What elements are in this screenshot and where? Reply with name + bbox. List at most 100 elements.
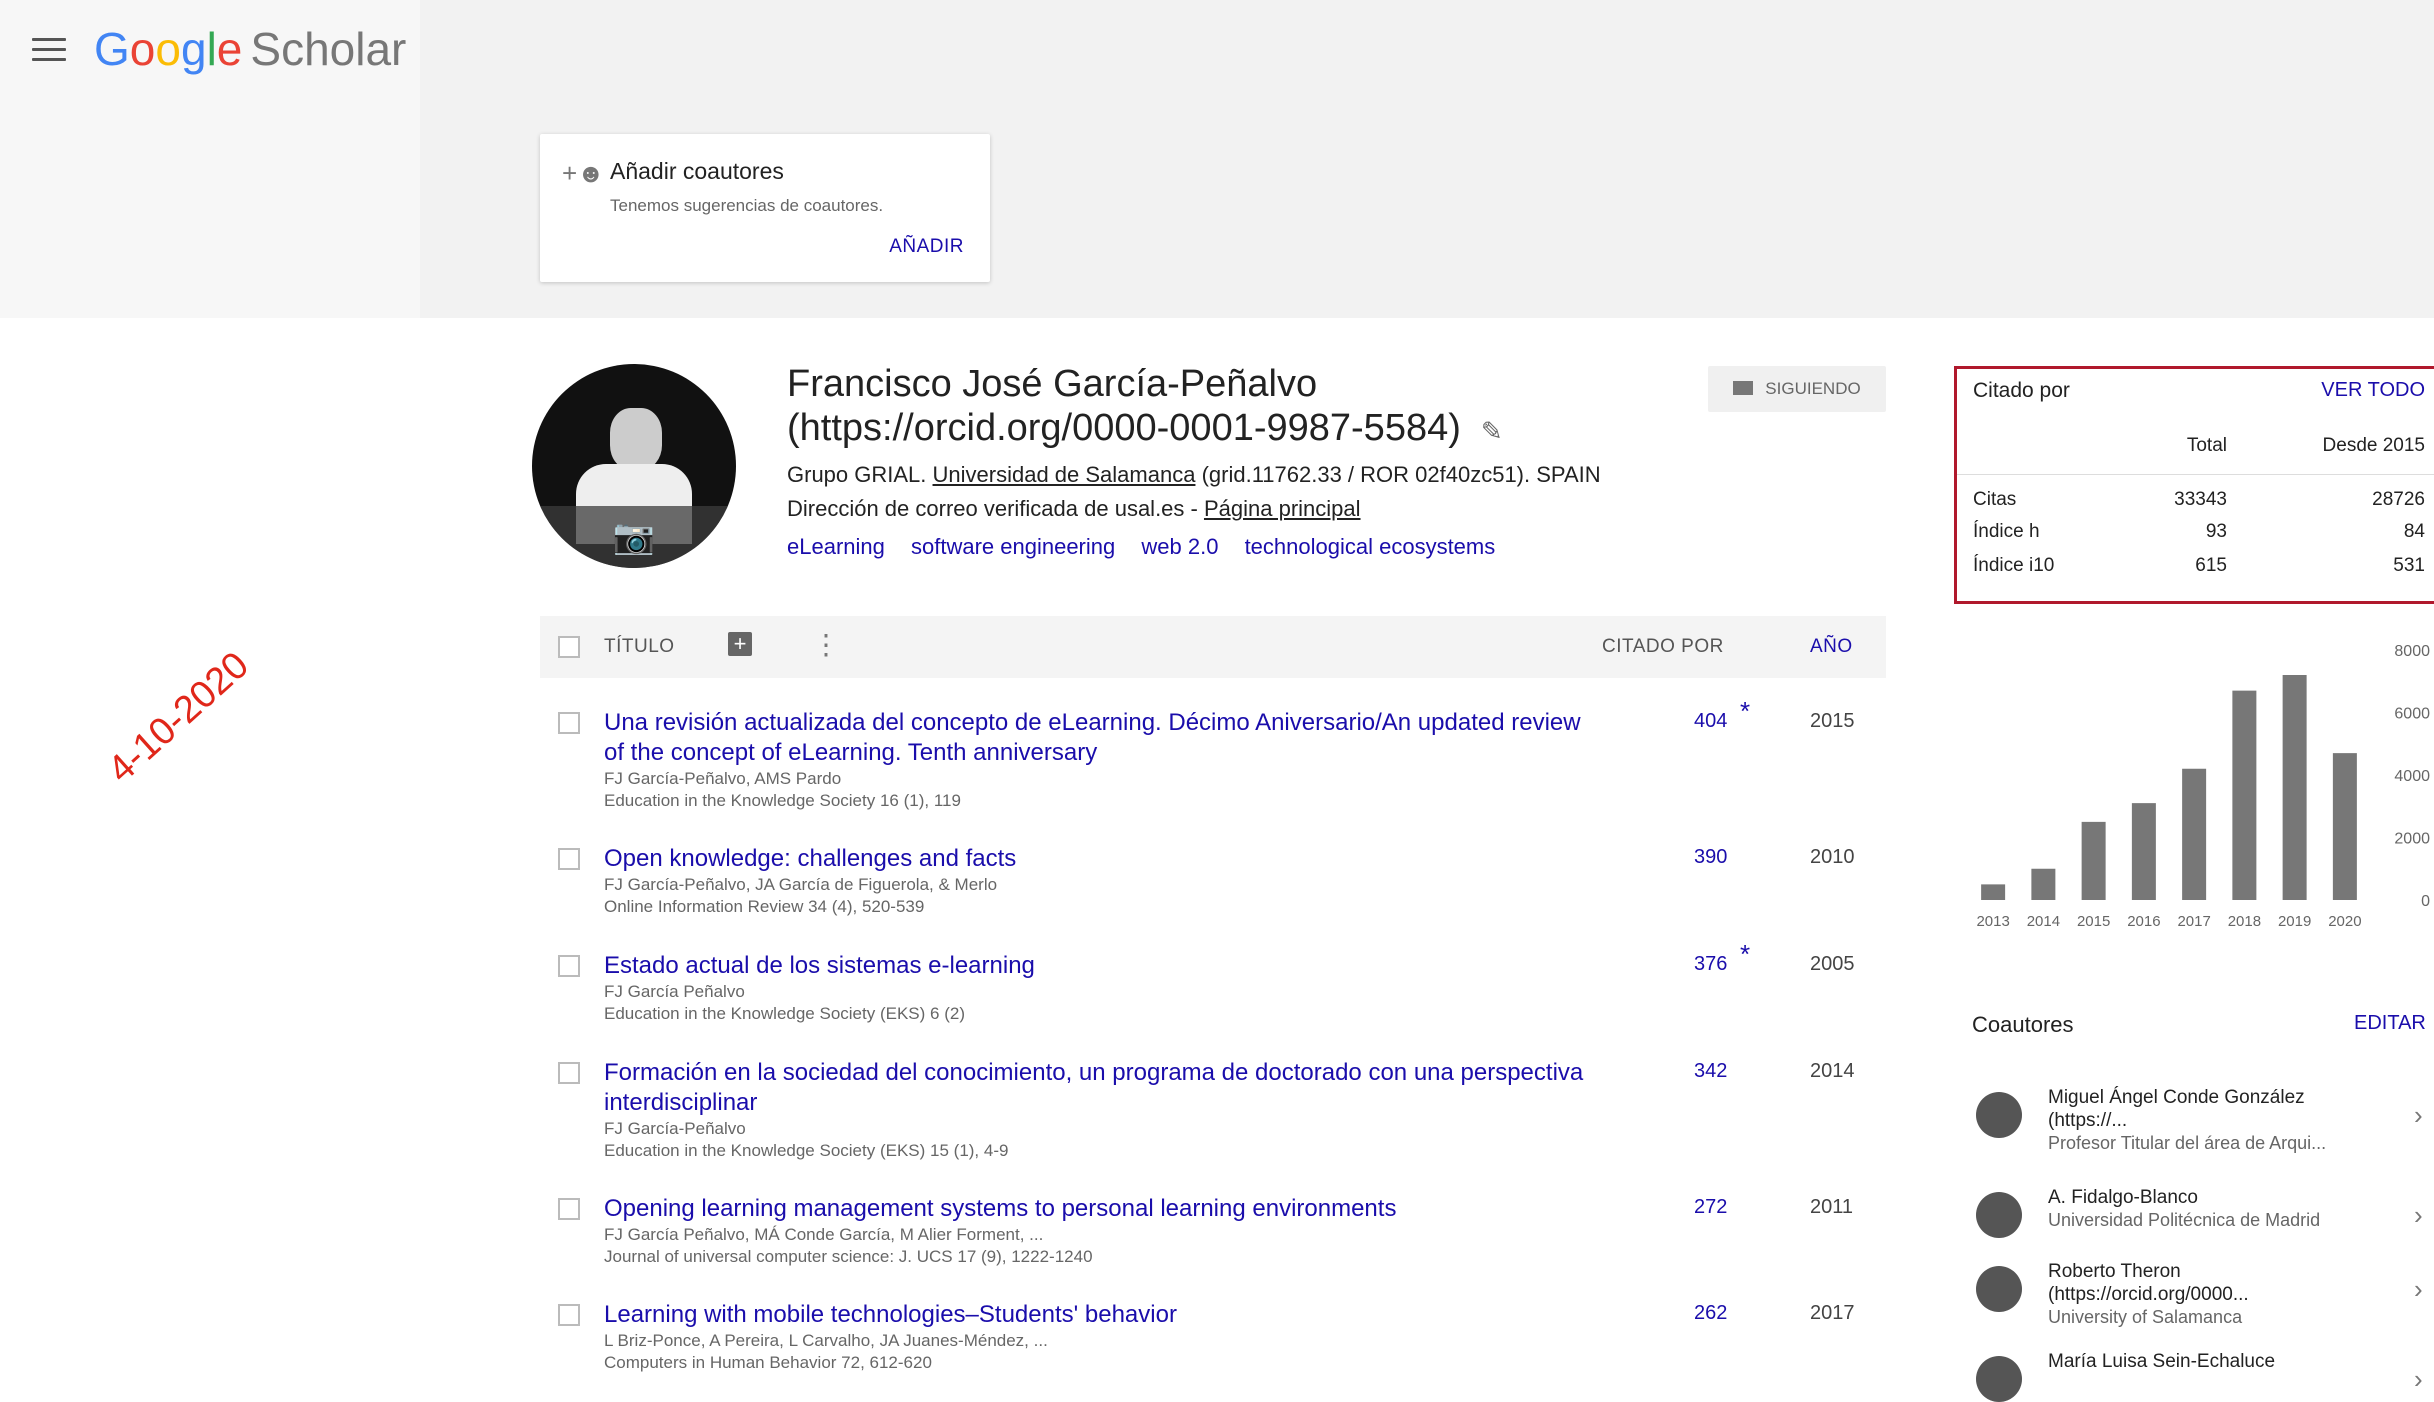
coauthor-item[interactable]: Miguel Ángel Conde González (https://...… [1966,1086,2434,1162]
coauthor-name[interactable]: María Luisa Sein-Echaluce [2048,1350,2378,1373]
avatar [1976,1192,2022,1238]
article-authors: FJ García Peñalvo, MÁ Conde García, M Al… [604,1225,1044,1244]
chart-bar-2019[interactable] [2282,675,2307,900]
add-coauthors-subtitle: Tenemos sugerencias de coautores. [610,196,884,215]
affil-suffix: (grid.11762.33 / ROR 02f40zc51). SPAIN [1195,462,1601,487]
affil-link[interactable]: Universidad de Salamanca [933,462,1196,487]
y-tick-label: 0 [2421,893,2430,910]
merged-star: * [1740,939,1751,969]
row-content: Opening learning management systems to p… [604,1194,1604,1268]
profile-name-line1: Francisco José García-Peñalvo [787,363,1318,405]
article-year: 2014 [1810,1060,1855,1082]
col-cited-by[interactable]: CITADO POR [1602,636,1724,658]
view-all-link[interactable]: VER TODO [2321,379,2425,402]
metric-label: Índice i10 [1973,555,2055,576]
row-checkbox[interactable] [558,848,580,870]
chart-bar-2015[interactable] [2081,821,2106,900]
article-year: 2011 [1810,1196,1854,1218]
article-title[interactable]: Learning with mobile technologies–Studen… [604,1300,1604,1330]
row-checkbox[interactable] [558,955,580,977]
interest-link[interactable]: web 2.0 [1141,534,1218,559]
article-title[interactable]: Una revisión actualizada del concepto de… [604,708,1604,768]
article-authors: FJ García-Peñalvo, AMS Pardo [604,769,842,788]
row-checkbox[interactable] [558,712,580,734]
email-text: Dirección de correo verificada de usal.e… [787,496,1204,521]
profile-interests: eLearning software engineering web 2.0 t… [787,534,1515,560]
y-tick-label: 8000 [2394,643,2430,660]
add-coauthors-button[interactable]: AÑADIR [889,236,964,258]
coauthor-name[interactable]: Miguel Ángel Conde González (https://... [2048,1086,2378,1132]
article-title[interactable]: Opening learning management systems to p… [604,1194,1604,1224]
coauthor-item[interactable]: A. Fidalgo-Blanco Universidad Politécnica… [1966,1186,2434,1242]
y-tick-label: 4000 [2394,768,2430,785]
profile-name: Francisco José García-Peñalvo (https://o… [787,362,1657,453]
col-year[interactable]: AÑO [1810,636,1853,658]
select-all-checkbox[interactable] [558,636,580,658]
chart-bar-2020[interactable] [2332,753,2357,900]
row-checkbox[interactable] [558,1062,580,1084]
change-photo-icon[interactable]: 📷 [532,506,736,568]
chart-bar-2013[interactable] [1981,884,2006,900]
x-tick-label: 2018 [2228,913,2261,930]
edit-pencil-icon[interactable]: ✎ [1481,416,1503,446]
coauthor-name[interactable]: A. Fidalgo-Blanco [2048,1186,2378,1209]
divider [1957,474,2434,475]
article-title[interactable]: Estado actual de los sistemas e-learning [604,951,1604,981]
avatar [1976,1092,2022,1138]
cited-count[interactable]: 390 [1694,846,1727,869]
article-venue: Education in the Knowledge Society 16 (1… [604,791,961,810]
menu-icon[interactable] [32,38,66,64]
cited-by-box: Citado por VER TODO Total Desde 2015 Cit… [1954,366,2434,604]
logo-scholar: Scholar [250,23,407,75]
cited-count[interactable]: 262 [1694,1302,1727,1325]
chevron-right-icon[interactable]: › [2414,1200,2423,1231]
chevron-right-icon[interactable]: › [2414,1100,2423,1131]
chart-bar-2016[interactable] [2131,803,2156,900]
row-checkbox[interactable] [558,1304,580,1326]
profile-photo[interactable]: 📷 [532,364,736,568]
chevron-right-icon[interactable]: › [2414,1364,2423,1395]
interest-link[interactable]: software engineering [911,534,1115,559]
citations-chart: 2013 2014 2015 2016 2017 2018 2019 2020 8000 6000… [1976,643,2430,930]
chart-bar-2017[interactable] [2182,768,2207,900]
affil-prefix: Grupo GRIAL. [787,462,933,487]
metric-total: 33343 [2174,489,2227,510]
article-title[interactable]: Open knowledge: challenges and facts [604,844,1604,874]
article-authors: FJ García-Peñalvo, JA García de Figuerol… [604,875,998,894]
y-tick-label: 2000 [2394,831,2430,848]
article-year: 2015 [1810,710,1855,732]
coauthors-edit-link[interactable]: EDITAR [2354,1012,2426,1035]
article-venue: Computers in Human Behavior 72, 612-620 [604,1353,932,1372]
col-title[interactable]: TÍTULO [604,636,675,658]
cited-count[interactable]: 404 [1694,710,1727,733]
interest-link[interactable]: eLearning [787,534,885,559]
coauthor-affil: Universidad Politécnica de Madrid [2048,1210,2321,1230]
coauthor-name[interactable]: Roberto Theron (https://orcid.org/0000..… [2048,1260,2378,1306]
coauthor-item[interactable]: Roberto Theron (https://orcid.org/0000..… [1966,1260,2434,1336]
more-options-icon[interactable]: ⋮ [812,628,840,661]
article-venue: Education in the Knowledge Society (EKS)… [604,1141,1009,1160]
article-title[interactable]: Formación en la sociedad del conocimient… [604,1058,1604,1118]
coauthor-affil: University of Salamanca [2048,1307,2243,1327]
coauthor-item[interactable]: María Luisa Sein-Echaluce › [1966,1350,2434,1402]
chart-bar-2018[interactable] [2232,690,2257,900]
chevron-right-icon[interactable]: › [2414,1274,2423,1305]
follow-button[interactable]: SIGUIENDO [1708,366,1886,412]
cited-count[interactable]: 342 [1694,1060,1727,1083]
row-content: Learning with mobile technologies–Studen… [604,1300,1604,1374]
x-tick-label: 2019 [2278,913,2311,930]
x-tick-label: 2016 [2127,913,2160,930]
add-article-icon[interactable]: + [728,632,752,656]
row-checkbox[interactable] [558,1198,580,1220]
google-scholar-logo[interactable]: Google Scholar [94,22,406,76]
homepage-link[interactable]: Página principal [1204,496,1361,521]
avatar [1976,1266,2022,1312]
interest-link[interactable]: technological ecosystems [1245,534,1496,559]
cited-count[interactable]: 272 [1694,1196,1727,1219]
cited-count[interactable]: 376 [1694,953,1727,976]
chart-bar-2014[interactable] [2031,868,2056,900]
metric-total: 93 [2205,521,2227,542]
add-coauthors-card: +☻ Añadir coautores Tenemos sugerencias … [540,134,990,282]
table-header: TÍTULO + ⋮ CITADO POR AÑO [540,616,1886,678]
article-authors: L Briz-Ponce, A Pereira, L Carvalho, JA … [604,1331,1048,1350]
